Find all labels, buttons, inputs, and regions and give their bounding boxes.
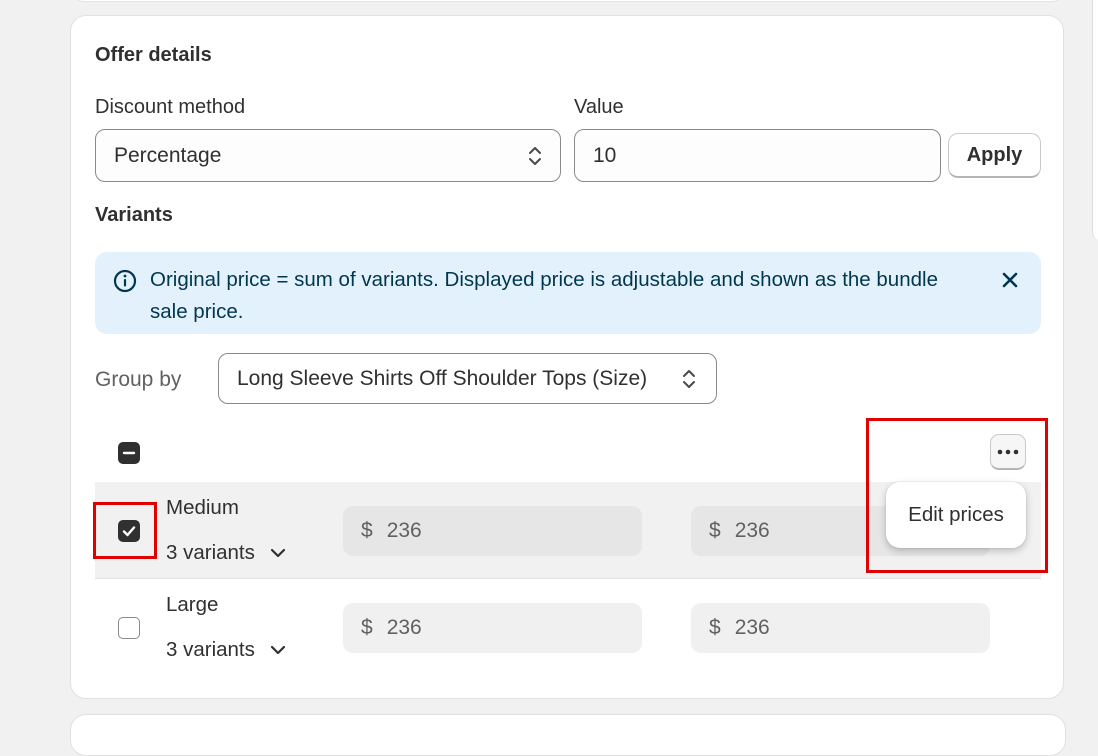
- currency-symbol: $: [709, 519, 721, 542]
- highlight-box-checkbox: [93, 502, 157, 559]
- discount-method-select[interactable]: Percentage: [95, 129, 561, 182]
- select-arrows-icon: [529, 146, 541, 165]
- group-by-value: Long Sleeve Shirts Off Shoulder Tops (Si…: [237, 366, 648, 390]
- offer-details-card: Offer details Discount method Percentage…: [70, 15, 1064, 699]
- currency-symbol: $: [361, 519, 373, 542]
- row-checkbox-large[interactable]: [118, 617, 140, 639]
- select-arrows-icon: [683, 369, 695, 388]
- variant-count: 3 variants: [166, 638, 255, 661]
- group-by-select[interactable]: Long Sleeve Shirts Off Shoulder Tops (Si…: [218, 353, 717, 404]
- close-icon[interactable]: [1000, 270, 1020, 290]
- select-all-checkbox[interactable]: [118, 442, 140, 464]
- next-card: [70, 714, 1066, 756]
- highlight-box-menu: [866, 418, 1048, 573]
- minus-icon: [122, 451, 136, 455]
- variant-name: Large: [166, 593, 219, 616]
- group-by-label: Group by: [95, 368, 182, 391]
- price-value: 236: [734, 616, 770, 639]
- value-input[interactable]: 10: [574, 129, 941, 182]
- variant-count-toggle[interactable]: 3 variants: [166, 638, 287, 662]
- banner-message: Original price = sum of variants. Displa…: [150, 268, 938, 323]
- price-value: 236: [386, 616, 422, 639]
- value-label: Value: [574, 96, 624, 118]
- original-price-field[interactable]: $ 236: [343, 506, 642, 556]
- currency-symbol: $: [361, 616, 373, 639]
- row-divider: [95, 578, 1041, 579]
- apply-button[interactable]: Apply: [948, 133, 1041, 178]
- value-input-text: 10: [593, 143, 617, 167]
- side-panel-edge: [1092, 0, 1098, 240]
- chevron-down-icon: [270, 548, 285, 558]
- discount-method-label: Discount method: [95, 96, 246, 118]
- price-value: 236: [734, 519, 770, 542]
- bundle-price-field[interactable]: $ 236: [691, 603, 990, 653]
- previous-card: [70, 0, 1066, 2]
- discount-method-value: Percentage: [114, 143, 222, 167]
- variants-title: Variants: [95, 204, 173, 226]
- variant-count: 3 variants: [166, 541, 255, 564]
- variant-name: Medium: [166, 496, 239, 519]
- info-icon: [113, 269, 137, 293]
- price-value: 236: [386, 519, 422, 542]
- chevron-down-icon: [270, 645, 285, 655]
- info-banner: Original price = sum of variants. Displa…: [95, 252, 1041, 334]
- currency-symbol: $: [709, 616, 721, 639]
- offer-details-title: Offer details: [95, 44, 212, 66]
- variant-count-toggle[interactable]: 3 variants: [166, 541, 287, 565]
- original-price-field[interactable]: $ 236: [343, 603, 642, 653]
